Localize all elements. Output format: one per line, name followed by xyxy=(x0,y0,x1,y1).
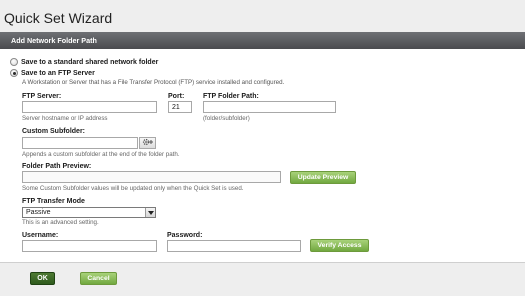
transfer-mode-select[interactable]: Passive xyxy=(22,207,156,218)
shared-folder-radio[interactable] xyxy=(10,58,18,66)
ftp-server-option-label: Save to an FTP Server xyxy=(21,69,95,77)
window-title: Quick Set Wizard xyxy=(0,0,525,32)
quick-set-wizard-page: Quick Set Wizard Add Network Folder Path… xyxy=(0,0,525,296)
ftp-server-option[interactable]: Save to an FTP Server xyxy=(10,68,95,78)
port-input[interactable]: 21 xyxy=(168,101,192,113)
transfer-mode-hint: This is an advanced setting. xyxy=(22,219,99,226)
gear-plus-icon xyxy=(142,138,154,148)
ftp-server-radio[interactable] xyxy=(10,69,18,77)
custom-subfolder-input[interactable] xyxy=(22,137,138,149)
ftp-folder-path-label: FTP Folder Path: xyxy=(203,93,259,100)
ok-button[interactable]: OK xyxy=(30,272,55,285)
shared-folder-label: Save to a standard shared network folder xyxy=(21,58,159,66)
password-label: Password: xyxy=(167,232,203,239)
shared-folder-option[interactable]: Save to a standard shared network folder xyxy=(10,57,158,67)
ftp-server-input[interactable] xyxy=(22,101,157,113)
transfer-mode-selected: Passive xyxy=(26,209,51,216)
folder-path-preview-hint: Some Custom Subfolder values will be upd… xyxy=(22,185,244,192)
chevron-down-icon xyxy=(145,208,155,217)
cancel-button[interactable]: Cancel xyxy=(80,272,117,285)
folder-path-preview-field xyxy=(22,171,281,183)
footer-bar: OK Cancel xyxy=(0,263,525,296)
section-header: Add Network Folder Path xyxy=(0,32,525,49)
port-label: Port: xyxy=(168,93,185,100)
folder-path-preview-label: Folder Path Preview: xyxy=(22,163,92,170)
username-label: Username: xyxy=(22,232,59,239)
custom-subfolder-hint: Appends a custom subfolder at the end of… xyxy=(22,151,180,158)
verify-access-button[interactable]: Verify Access xyxy=(310,239,369,252)
ftp-description: A Workstation or Server that has a File … xyxy=(22,79,285,86)
custom-subfolder-button[interactable] xyxy=(139,137,156,149)
ftp-server-label: FTP Server: xyxy=(22,93,62,100)
ftp-folder-path-input[interactable] xyxy=(203,101,336,113)
update-preview-button[interactable]: Update Preview xyxy=(290,171,356,184)
custom-subfolder-label: Custom Subfolder: xyxy=(22,128,85,135)
password-input[interactable] xyxy=(167,240,301,252)
username-input[interactable] xyxy=(22,240,157,252)
ftp-server-hint: Server hostname or IP address xyxy=(22,115,108,122)
ftp-folder-path-hint: (folder/subfolder) xyxy=(203,115,250,122)
transfer-mode-label: FTP Transfer Mode xyxy=(22,198,85,205)
